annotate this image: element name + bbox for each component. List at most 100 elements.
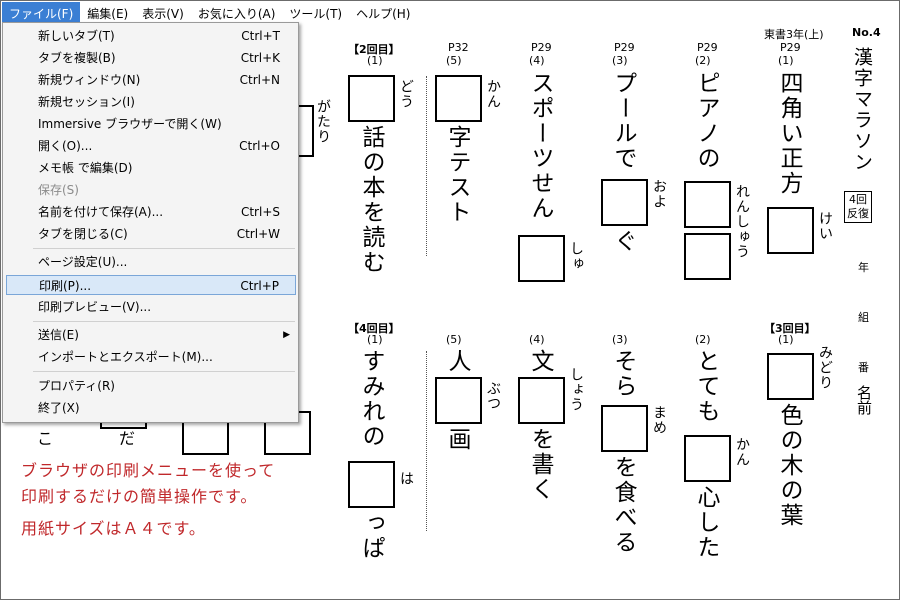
answer-box[interactable]	[601, 179, 648, 226]
name-field-class: 組	[858, 311, 869, 324]
q-page: P29	[531, 41, 552, 54]
caption-line-3: 用紙サイズはＡ４です。	[21, 519, 206, 538]
answer-box[interactable]	[348, 461, 395, 508]
menu-item-new-window[interactable]: 新規ウィンドウ(N) Ctrl+N	[6, 70, 296, 90]
divider	[426, 351, 427, 531]
q-number: (2)	[695, 333, 711, 346]
q-text-after: を書く	[527, 427, 553, 502]
answer-box[interactable]	[435, 75, 482, 122]
q-text: 文	[527, 349, 553, 374]
menu-item-print-preview[interactable]: 印刷プレビュー(V)...	[6, 297, 296, 317]
q-number: (5)	[446, 333, 462, 346]
menu-file[interactable]: ファイル(F)	[2, 2, 81, 22]
q-text: そら	[610, 349, 636, 399]
answer-box[interactable]	[684, 233, 731, 280]
answer-box[interactable]	[601, 405, 648, 452]
furigana: およ	[651, 179, 667, 209]
partial-char: こ	[37, 429, 54, 448]
menu-bar: ファイル(F) 編集(E) 表示(V) お気に入り(A) ツール(T) ヘルプ(…	[2, 2, 482, 22]
answer-box[interactable]	[767, 207, 814, 254]
menu-item-page-setup[interactable]: ページ設定(U)...	[6, 252, 296, 272]
answer-box[interactable]	[518, 377, 565, 424]
browser-window: 東書3年(上) No.4 漢字マラソン 4回 反復 年 組 番 名前 P29 (…	[0, 0, 900, 600]
furigana: れんしゅう	[734, 184, 750, 259]
furigana: しゅ	[568, 241, 584, 271]
menu-item-shortcut: Ctrl+P	[240, 279, 279, 293]
q-text: ピアノの	[693, 71, 719, 171]
menu-favorites[interactable]: お気に入り(A)	[191, 2, 283, 22]
menu-separator	[33, 371, 295, 372]
menu-item-label: 保存(S)	[38, 183, 79, 197]
q-text-after: 字テスト	[444, 125, 470, 225]
q-number: (2)	[695, 54, 711, 67]
menu-item-label: 新しいタブ(T)	[38, 29, 115, 43]
menu-help[interactable]: ヘルプ(H)	[349, 2, 417, 22]
q-page: P29	[614, 41, 635, 54]
menu-item-shortcut: Ctrl+S	[240, 205, 280, 219]
menu-item-new-session[interactable]: 新規セッション(I)	[6, 92, 296, 112]
q-text: プールで	[610, 71, 636, 171]
menu-separator	[33, 321, 295, 322]
caption-line-1: ブラウザの印刷メニューを使って	[21, 461, 276, 480]
q-page: P29	[697, 41, 718, 54]
menu-item-new-tab[interactable]: 新しいタブ(T) Ctrl+T	[6, 26, 296, 46]
menu-separator	[33, 248, 295, 249]
menu-item-label: 開く(O)...	[38, 139, 93, 153]
q-text-after: 画	[444, 427, 470, 452]
menu-item-label: ページ設定(U)...	[38, 255, 128, 269]
q-number: (3)	[612, 54, 628, 67]
answer-box[interactable]	[684, 181, 731, 228]
answer-box[interactable]	[435, 377, 482, 424]
menu-item-edit-notepad[interactable]: メモ帳 で編集(D)	[6, 158, 296, 178]
q-page: P32	[448, 41, 469, 54]
q-text-after: 色の木の葉	[776, 403, 802, 528]
menu-item-shortcut: Ctrl+O	[239, 139, 280, 153]
name-field-year: 年	[858, 261, 869, 274]
worksheet-title: 漢字マラソン	[851, 47, 873, 173]
menu-item-import-export[interactable]: インポートとエクスポート(M)...	[6, 347, 296, 367]
furigana: どう	[398, 79, 414, 109]
menu-item-exit[interactable]: 終了(X)	[6, 398, 296, 418]
menu-item-shortcut: Ctrl+K	[240, 51, 280, 65]
menu-item-print[interactable]: 印刷(P)... Ctrl+P	[6, 275, 296, 295]
menu-item-label: プロパティ(R)	[38, 379, 115, 393]
furigana: しょう	[568, 367, 584, 412]
q-text-after: ぐ	[610, 229, 636, 254]
menu-item-shortcut: Ctrl+W	[236, 227, 280, 241]
answer-box[interactable]	[518, 235, 565, 282]
badge-line-1: 4回	[849, 193, 867, 206]
menu-edit[interactable]: 編集(E)	[80, 2, 135, 22]
q-number: (1)	[778, 333, 794, 346]
menu-item-label: インポートとエクスポート(M)...	[38, 350, 213, 364]
menu-item-label: 新規ウィンドウ(N)	[38, 73, 141, 87]
answer-box[interactable]	[767, 353, 814, 400]
menu-item-label: タブを複製(B)	[38, 51, 116, 65]
furigana: かん	[734, 437, 750, 467]
file-menu-dropdown: 新しいタブ(T) Ctrl+T タブを複製(B) Ctrl+K 新規ウィンドウ(N)…	[2, 22, 299, 423]
menu-item-send[interactable]: 送信(E) ▶	[6, 325, 296, 345]
q-number: (3)	[612, 333, 628, 346]
menu-item-label: 印刷(P)...	[39, 279, 92, 293]
furigana: けい	[817, 211, 833, 241]
name-field-name: 名前	[855, 385, 873, 415]
menu-item-shortcut: Ctrl+T	[241, 29, 280, 43]
menu-item-label: 終了(X)	[38, 401, 80, 415]
q-number: (1)	[778, 54, 794, 67]
q-number: (5)	[446, 54, 462, 67]
menu-item-duplicate-tab[interactable]: タブを複製(B) Ctrl+K	[6, 48, 296, 68]
menu-item-open[interactable]: 開く(O)... Ctrl+O	[6, 136, 296, 156]
menu-item-properties[interactable]: プロパティ(R)	[6, 376, 296, 396]
q-page: P29	[780, 41, 801, 54]
menu-view[interactable]: 表示(V)	[135, 2, 191, 22]
publisher-label: 東書3年(上)	[764, 28, 824, 41]
menu-tools[interactable]: ツール(T)	[282, 2, 349, 22]
menu-item-save-as[interactable]: 名前を付けて保存(A)... Ctrl+S	[6, 202, 296, 222]
answer-box[interactable]	[348, 75, 395, 122]
menu-item-close-tab[interactable]: タブを閉じる(C) Ctrl+W	[6, 224, 296, 244]
menu-item-immersive[interactable]: Immersive ブラウザーで開く(W)	[6, 114, 296, 134]
furigana: は	[398, 471, 414, 486]
menu-item-label: 名前を付けて保存(A)...	[38, 205, 164, 219]
furigana: みどり	[817, 345, 833, 390]
answer-box[interactable]	[684, 435, 731, 482]
q-text-after: 話の本を読む	[358, 125, 384, 275]
